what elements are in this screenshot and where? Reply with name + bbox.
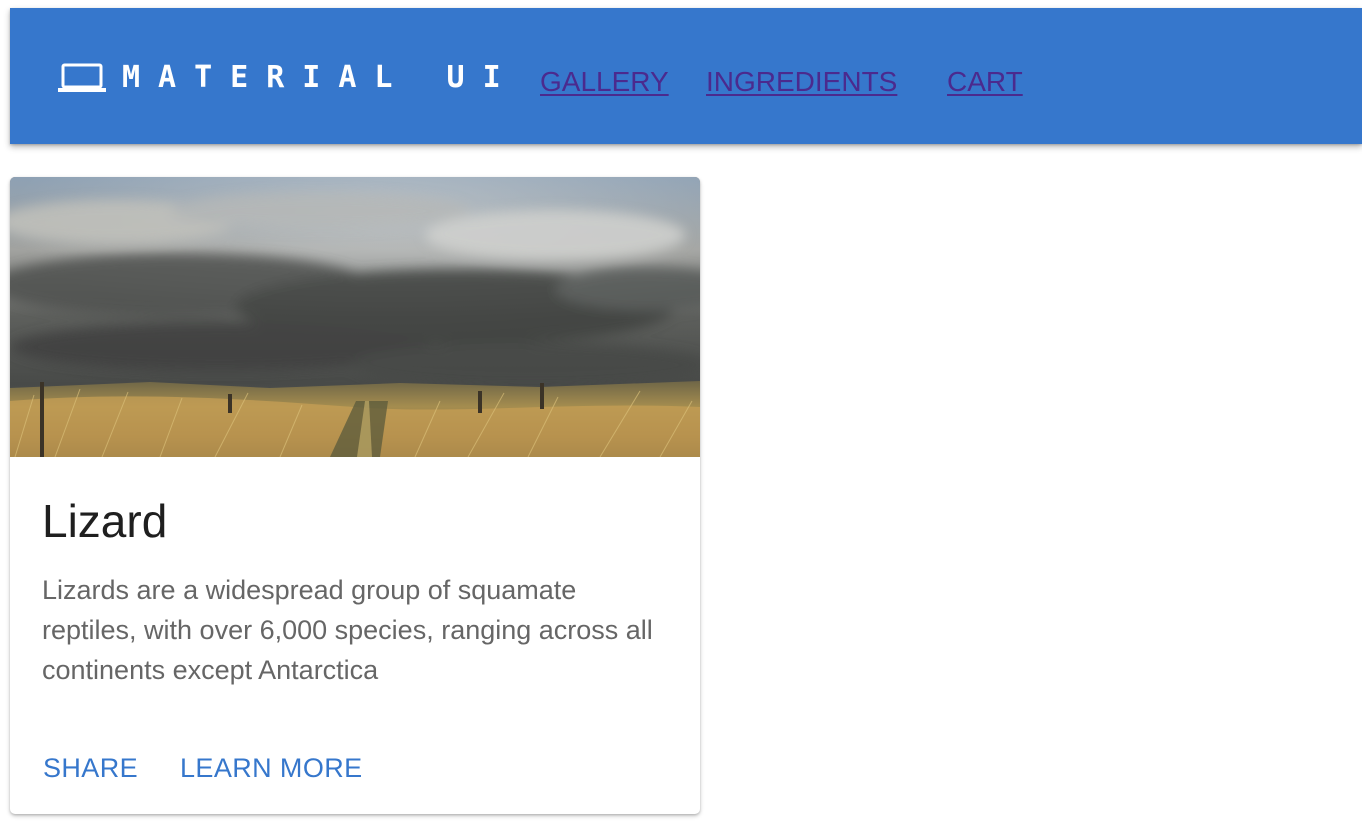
brand-text: MATERIAL UI [122,60,519,95]
card-title: Lizard [42,495,168,547]
nav-link-ingredients[interactable]: INGREDIENTS [706,66,897,98]
landscape-image [10,177,700,457]
lizard-card: Lizard Lizards are a widespread group of… [10,177,700,814]
card-description: Lizards are a widespread group of squama… [42,575,653,685]
app-bar: MATERIAL UI GALLERY INGREDIENTS CART [10,8,1362,144]
nav-link-gallery[interactable]: GALLERY [540,66,669,98]
share-button[interactable]: SHARE [43,746,138,790]
learn-more-button[interactable]: LEARN MORE [180,746,363,790]
laptop-icon [58,62,106,94]
brand: MATERIAL UI [58,62,519,94]
nav-link-cart[interactable]: CART [947,66,1023,98]
